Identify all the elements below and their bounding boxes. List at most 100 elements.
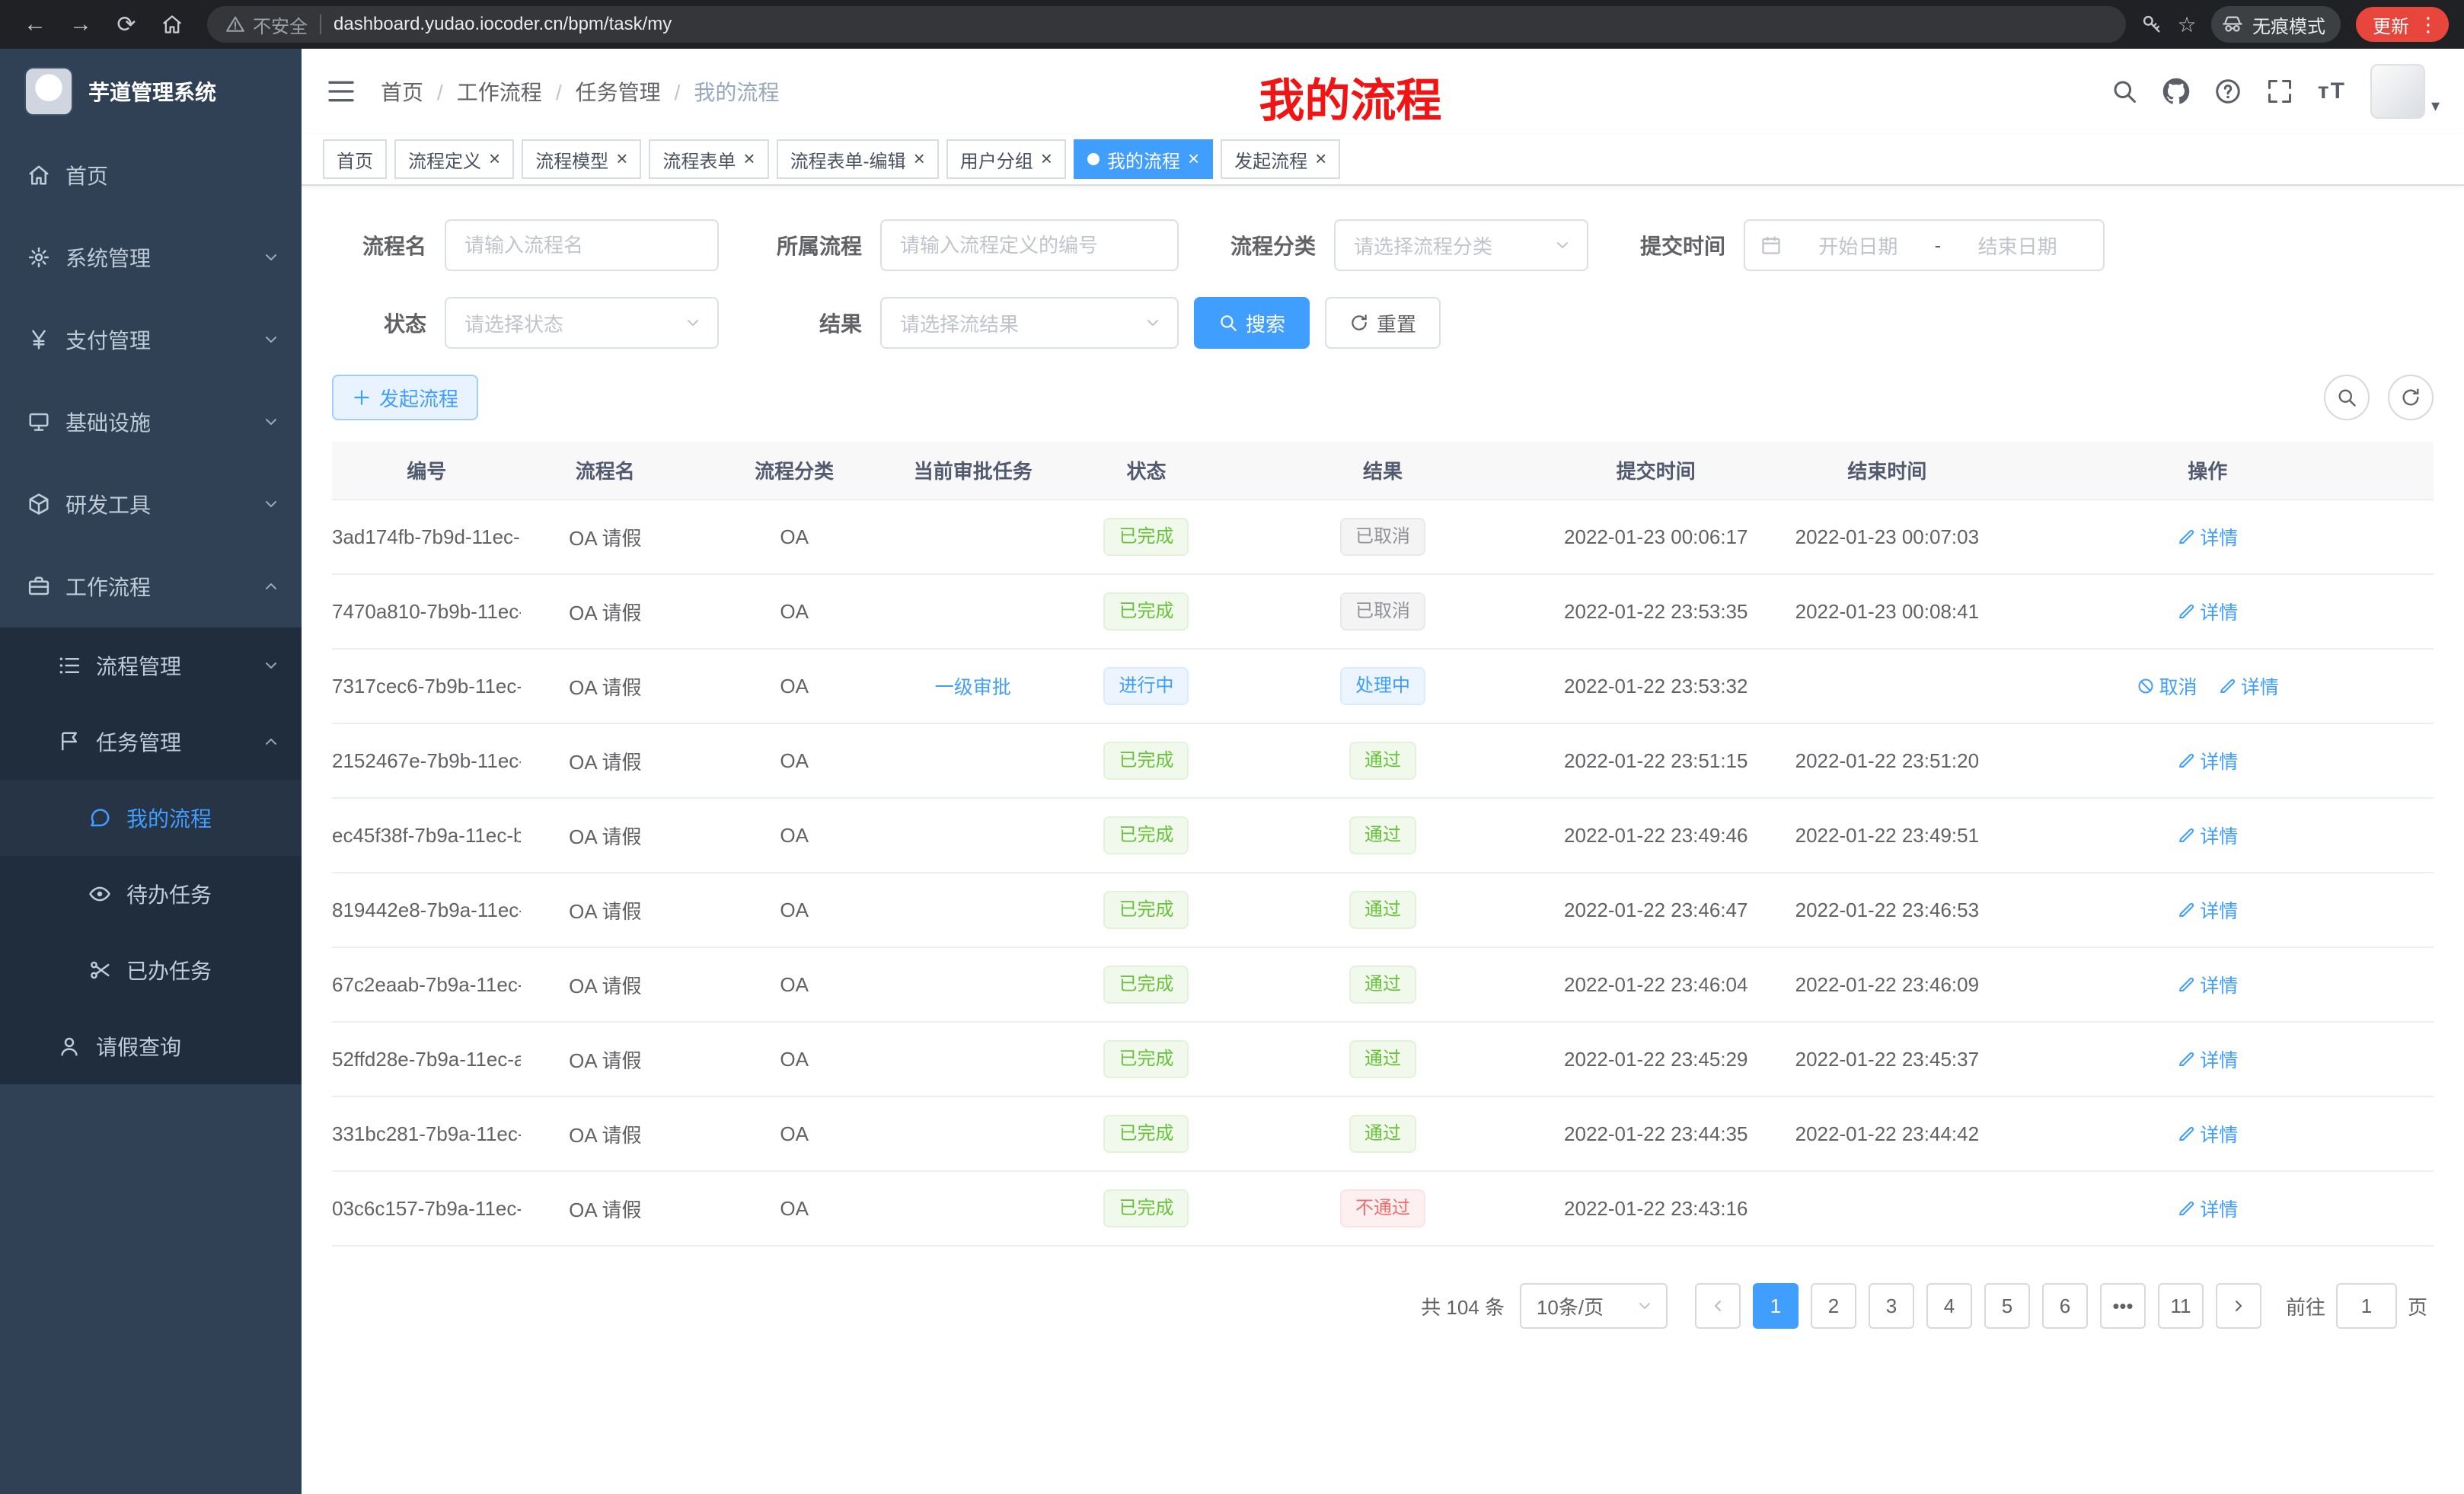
browser-menu-icon[interactable]: ⋮: [2418, 13, 2438, 37]
sidebar-item[interactable]: 系统管理: [0, 216, 302, 298]
close-icon[interactable]: [1315, 148, 1326, 171]
sidebar-item-label: 请假查询: [96, 1031, 280, 1061]
column-header: 状态: [1046, 442, 1246, 500]
toggle-search-button[interactable]: [2324, 375, 2370, 420]
app-logo[interactable]: 芋道管理系统: [0, 49, 302, 134]
github-icon[interactable]: [2162, 78, 2190, 105]
date-separator: -: [1935, 234, 1942, 257]
search-button[interactable]: 搜索: [1194, 297, 1310, 349]
tab-label: 流程表单: [662, 146, 736, 173]
tab-item[interactable]: 我的流程: [1074, 139, 1213, 179]
result-select[interactable]: 请选择流结果: [880, 297, 1179, 349]
font-size-icon[interactable]: тT: [2318, 78, 2346, 104]
sidebar-item[interactable]: 支付管理: [0, 298, 302, 381]
cell-category: OA: [689, 873, 899, 947]
breadcrumb-item[interactable]: 工作流程: [457, 76, 576, 107]
prev-page-button[interactable]: [1695, 1283, 1741, 1329]
tab-item[interactable]: 流程表单: [649, 139, 768, 179]
close-icon[interactable]: [616, 148, 627, 171]
detail-link[interactable]: 详情: [2177, 747, 2238, 774]
page-number-button[interactable]: 3: [1869, 1283, 1914, 1329]
sidebar-item[interactable]: 已办任务: [0, 932, 302, 1008]
close-icon[interactable]: [489, 148, 500, 171]
detail-link[interactable]: 详情: [2218, 672, 2279, 700]
fullscreen-icon[interactable]: [2266, 78, 2293, 105]
goto-page-input[interactable]: [2336, 1283, 2397, 1329]
user-menu[interactable]: ▾: [2370, 64, 2440, 119]
cancel-link[interactable]: 取消: [2137, 672, 2197, 700]
result-badge: 不通过: [1340, 1189, 1425, 1227]
browser-reload-button[interactable]: ⟳: [107, 5, 146, 44]
process-name-input[interactable]: [445, 219, 719, 271]
bookmark-star-icon[interactable]: ☆: [2169, 12, 2205, 37]
sidebar-item[interactable]: 请假查询: [0, 1008, 302, 1084]
status-select[interactable]: 请选择状态: [445, 297, 719, 349]
cell-actions: 详情: [1982, 1097, 2434, 1171]
tab-item[interactable]: 发起流程: [1221, 139, 1340, 179]
reset-button[interactable]: 重置: [1325, 297, 1441, 349]
page-number-button[interactable]: •••: [2100, 1283, 2146, 1329]
tab-item[interactable]: 用户分组: [946, 139, 1066, 179]
status-badge: 已完成: [1103, 1189, 1189, 1227]
incognito-badge: 无痕模式: [2211, 6, 2341, 43]
page-number-button[interactable]: 11: [2158, 1283, 2204, 1329]
sidebar-item[interactable]: 待办任务: [0, 856, 302, 932]
browser-home-button[interactable]: [152, 5, 192, 44]
sidebar-item[interactable]: 研发工具: [0, 463, 302, 545]
chevron-down-icon: [1553, 236, 1572, 254]
browser-back-button[interactable]: ←: [15, 5, 55, 44]
breadcrumb-item[interactable]: 首页: [381, 76, 457, 107]
page-number-button[interactable]: 4: [1926, 1283, 1972, 1329]
detail-link[interactable]: 详情: [2177, 971, 2238, 998]
detail-link[interactable]: 详情: [2177, 1045, 2238, 1073]
detail-link[interactable]: 详情: [2177, 896, 2238, 924]
process-definition-input[interactable]: [880, 219, 1179, 271]
breadcrumb-item[interactable]: 任务管理: [576, 76, 694, 107]
sidebar-item[interactable]: 任务管理: [0, 704, 302, 780]
close-icon[interactable]: [1041, 148, 1052, 171]
cell-category: OA: [689, 1022, 899, 1097]
page-number-button[interactable]: 6: [2042, 1283, 2088, 1329]
sidebar-item[interactable]: 工作流程: [0, 545, 302, 627]
tab-item[interactable]: 流程定义: [394, 139, 514, 179]
page-annotation: 我的流程: [1259, 64, 1441, 130]
incognito-label: 无痕模式: [2252, 11, 2325, 38]
breadcrumb-item[interactable]: 我的流程: [694, 76, 779, 107]
page-number-button[interactable]: 5: [1984, 1283, 2030, 1329]
detail-link[interactable]: 详情: [2177, 598, 2238, 625]
page-number-button[interactable]: 2: [1811, 1283, 1856, 1329]
sidebar-item-label: 工作流程: [65, 571, 262, 602]
tab-item[interactable]: 流程模型: [522, 139, 641, 179]
task-link[interactable]: 一级审批: [935, 672, 1011, 700]
close-icon[interactable]: [914, 148, 925, 171]
submit-time-range-picker[interactable]: 开始日期 - 结束日期: [1744, 219, 2105, 271]
detail-link[interactable]: 详情: [2177, 822, 2238, 849]
create-process-button[interactable]: 发起流程: [332, 375, 478, 420]
next-page-button[interactable]: [2216, 1283, 2261, 1329]
password-key-icon[interactable]: [2141, 14, 2162, 35]
security-indicator[interactable]: 不安全: [225, 11, 308, 38]
sidebar-item[interactable]: 流程管理: [0, 627, 302, 704]
detail-link[interactable]: 详情: [2177, 1195, 2238, 1222]
close-icon[interactable]: [1188, 148, 1199, 171]
end-date-placeholder: 结束日期: [1947, 231, 2088, 260]
browser-forward-button[interactable]: →: [61, 5, 101, 44]
address-bar[interactable]: 不安全 dashboard.yudao.iocoder.cn/bpm/task/…: [207, 6, 2126, 43]
refresh-table-button[interactable]: [2388, 375, 2434, 420]
sidebar-item[interactable]: 首页: [0, 134, 302, 216]
sidebar-item[interactable]: 我的流程: [0, 780, 302, 856]
page-size-select[interactable]: 10条/页: [1520, 1283, 1668, 1329]
detail-link[interactable]: 详情: [2177, 523, 2238, 551]
tab-item[interactable]: 首页: [323, 139, 387, 179]
sidebar-item[interactable]: 基础设施: [0, 381, 302, 463]
detail-link[interactable]: 详情: [2177, 1120, 2238, 1148]
sidebar-toggle-icon[interactable]: [326, 76, 356, 107]
help-icon[interactable]: [2214, 78, 2242, 105]
update-button[interactable]: 更新 ⋮: [2356, 7, 2449, 42]
category-select[interactable]: 请选择流程分类: [1334, 219, 1588, 271]
tab-item[interactable]: 流程表单-编辑: [777, 139, 939, 179]
page-number-button[interactable]: 1: [1753, 1283, 1799, 1329]
close-icon[interactable]: [743, 148, 755, 171]
search-icon[interactable]: [2111, 78, 2138, 105]
table-row: 03c6c157-7b9a-11ec-a290-acde48001122 OA …: [332, 1171, 2434, 1246]
